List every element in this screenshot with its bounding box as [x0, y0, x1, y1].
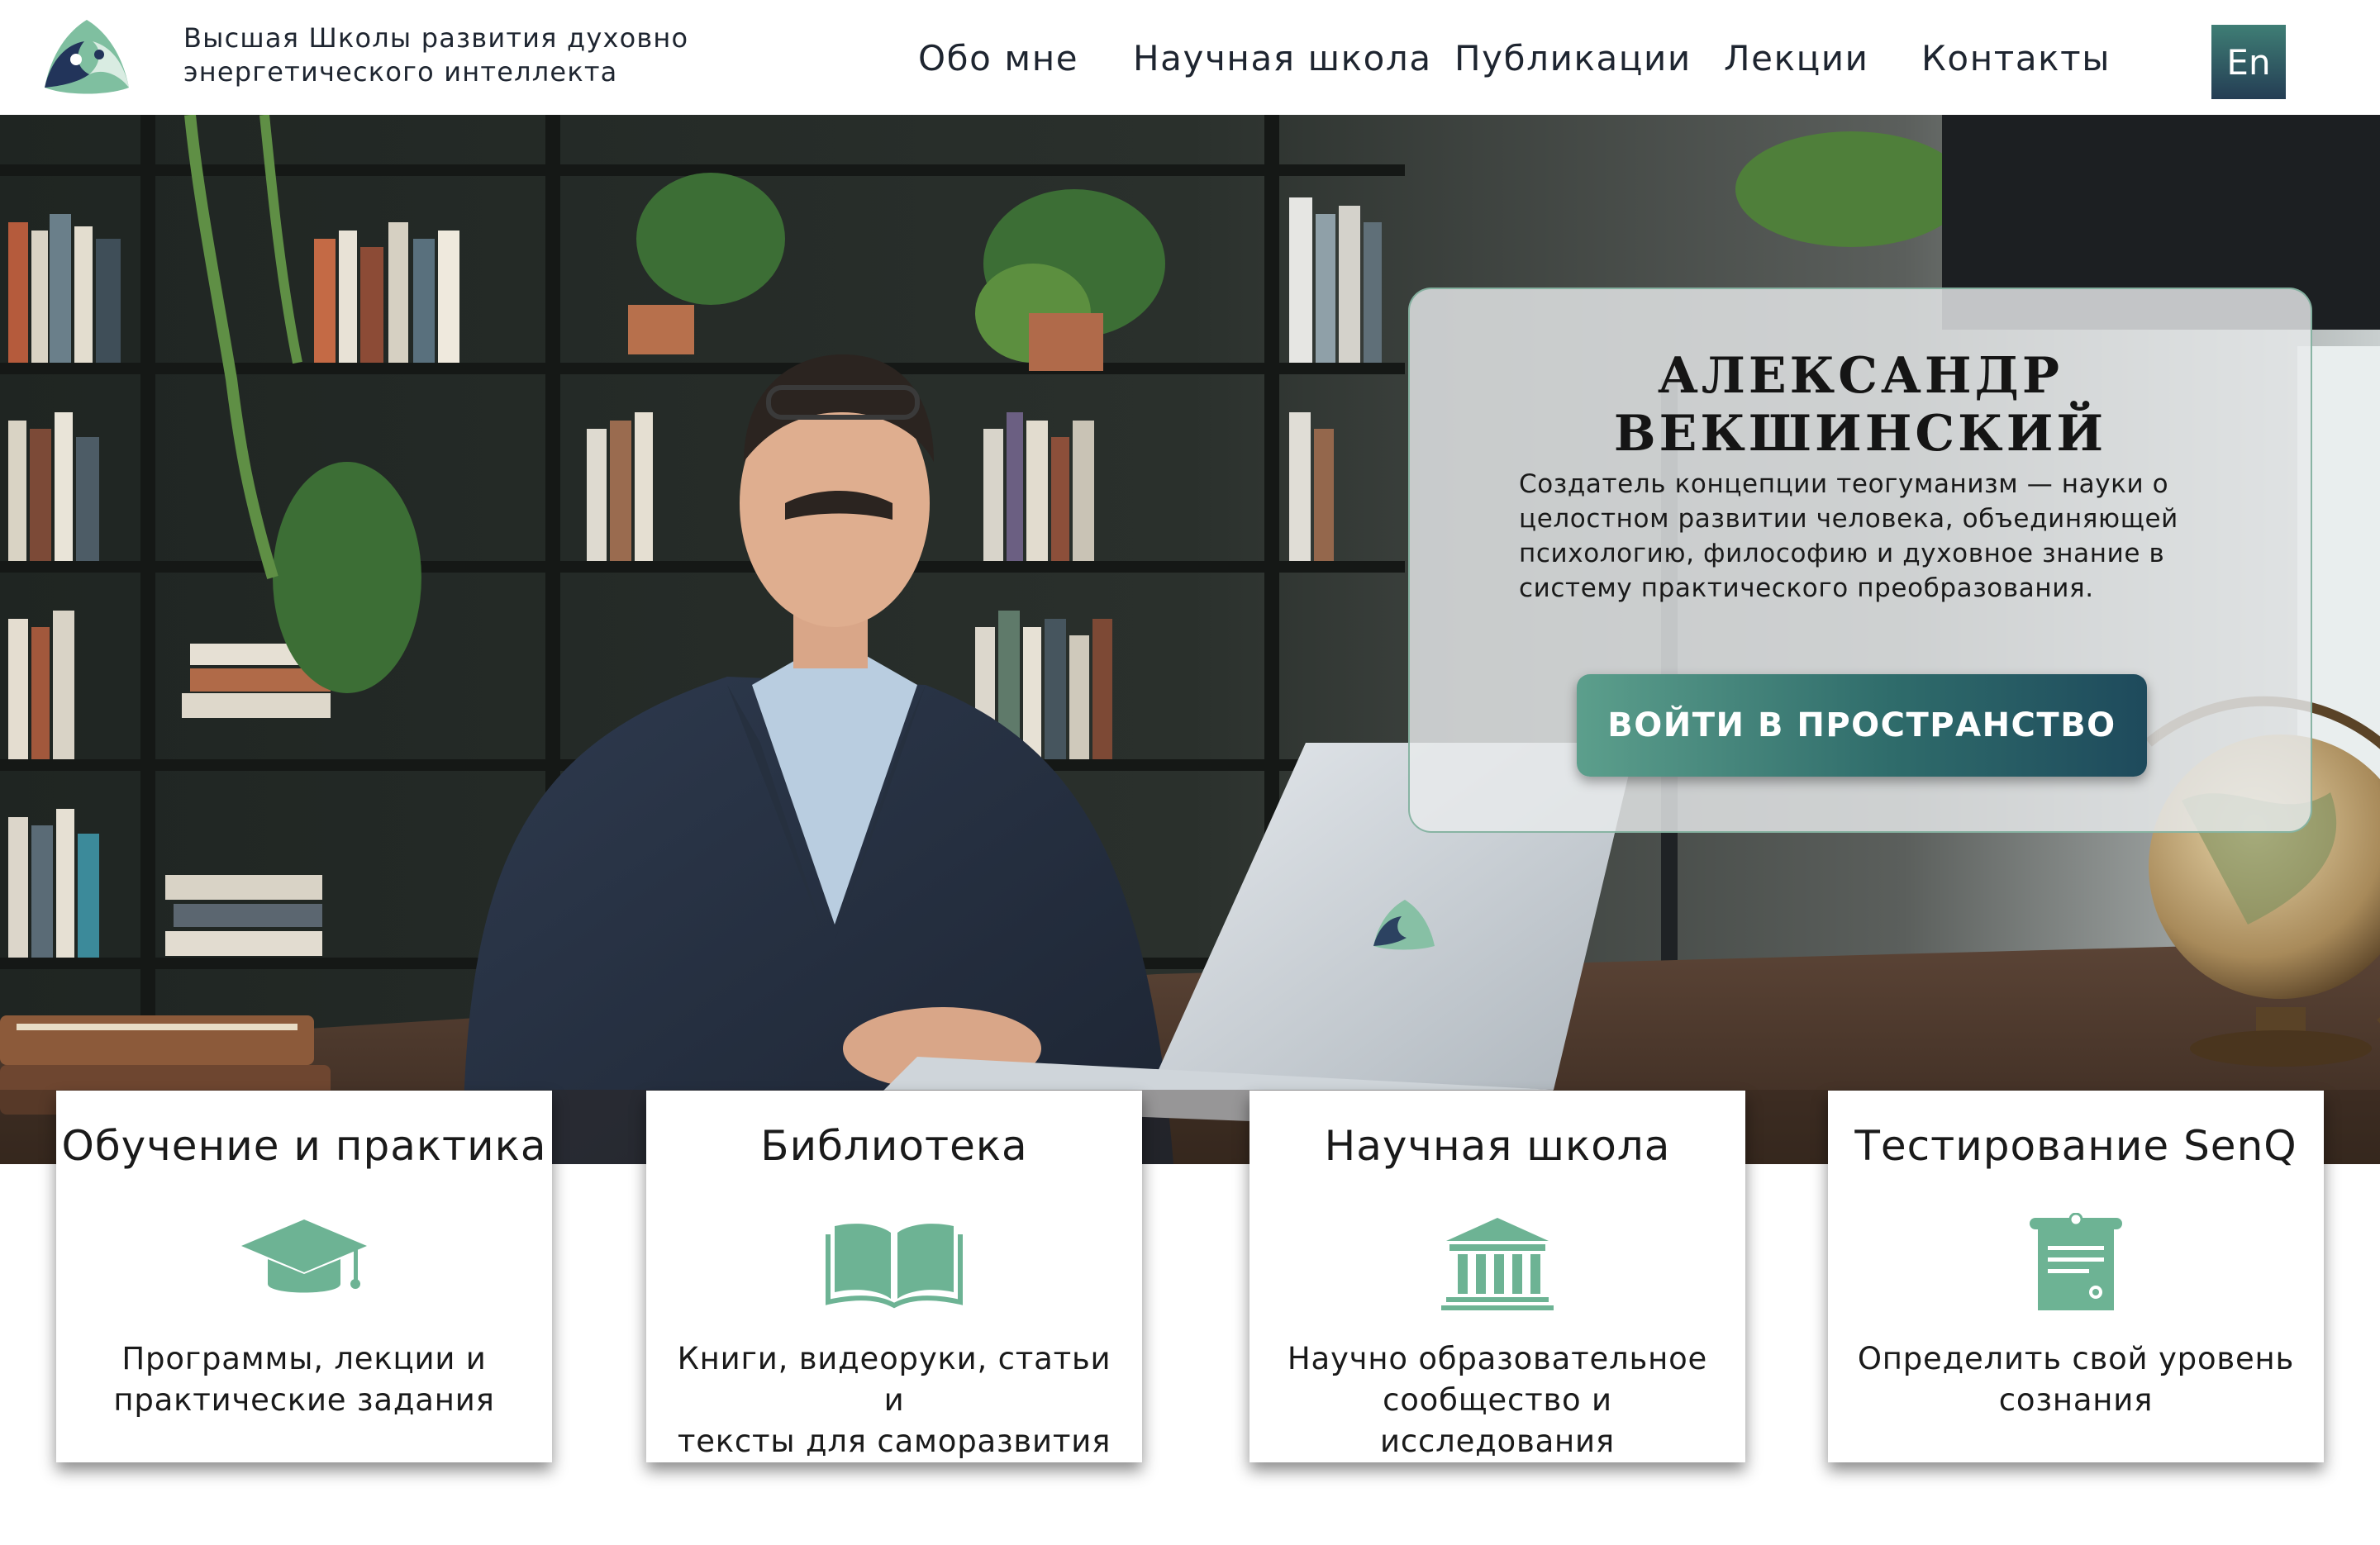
card-description: Программы, лекции и практические задания: [73, 1338, 536, 1421]
card-title: Тестирование SenQ: [1854, 1122, 2297, 1170]
diploma-scroll-icon: [2030, 1213, 2122, 1310]
enter-space-button[interactable]: ВОЙТИ В ПРОСТРАНСТВО: [1577, 674, 2147, 777]
card-description: Научно образовательное сообщество и иссл…: [1266, 1338, 1729, 1462]
card-description-line-1: Программы, лекции и: [121, 1341, 487, 1376]
card-description: Книги, видеоруки, статьи и тексты для са…: [663, 1338, 1126, 1462]
nav-item-lectures[interactable]: Лекции: [1724, 38, 1869, 78]
hero-name-title: АЛЕКСАНДР ВЕКШИНСКИЙ: [1613, 347, 2107, 463]
hero-description: Создатель концепции теогуманизм — науки …: [1519, 469, 2178, 603]
card-description: Определить свой уровень сознания: [1844, 1338, 2307, 1421]
card-science-school[interactable]: Научная школа Научно образовательное соо…: [1250, 1091, 1745, 1462]
card-library[interactable]: Библиотека Книги, видеоруки, статьи и те…: [646, 1091, 1142, 1462]
nav-item-about[interactable]: Обо мне: [918, 38, 1078, 78]
card-senq-testing[interactable]: Тестирование SenQ Определить свой уровен…: [1828, 1091, 2324, 1462]
university-building-icon: [1441, 1218, 1554, 1310]
nav-item-science-school[interactable]: Научная школа: [1133, 38, 1432, 78]
hero-section: АЛЕКСАНДР ВЕКШИНСКИЙ Создатель концепции…: [0, 115, 2380, 1164]
card-title: Библиотека: [760, 1122, 1028, 1170]
language-toggle-button[interactable]: En: [2211, 25, 2286, 99]
brand-line-1: Высшая Школы развития духовно: [183, 22, 689, 54]
site-header: Высшая Школы развития духовно энергетиче…: [0, 0, 2380, 115]
card-description-line-2: практические задания: [113, 1382, 495, 1418]
card-description-line-1: Определить свой уровень: [1857, 1341, 2295, 1376]
card-description-line-1: Научно образовательное: [1287, 1341, 1708, 1376]
card-title: Обучение и практика: [61, 1122, 547, 1170]
card-description-line-1: Книги, видеоруки, статьи и: [677, 1341, 1111, 1418]
brand-line-2: энергетического интеллекта: [183, 56, 618, 88]
hero-info-card: АЛЕКСАНДР ВЕКШИНСКИЙ Создатель концепции…: [1408, 288, 2312, 833]
graduation-cap-icon: [241, 1219, 367, 1293]
open-book-icon: [826, 1224, 963, 1309]
card-description-line-2: сознания: [1998, 1382, 2154, 1418]
card-description-line-2: тексты для саморазвития: [677, 1424, 1111, 1459]
brand-name[interactable]: Высшая Школы развития духовно энергетиче…: [183, 21, 688, 89]
card-training-practice[interactable]: Обучение и практика Программы, лекции и …: [56, 1091, 552, 1462]
school-logo-icon[interactable]: [41, 17, 132, 99]
card-title: Научная школа: [1324, 1122, 1671, 1170]
nav-item-publications[interactable]: Публикации: [1454, 38, 1692, 78]
card-description-line-2: сообщество и исследования: [1380, 1382, 1615, 1459]
nav-item-contacts[interactable]: Контакты: [1921, 38, 2111, 78]
